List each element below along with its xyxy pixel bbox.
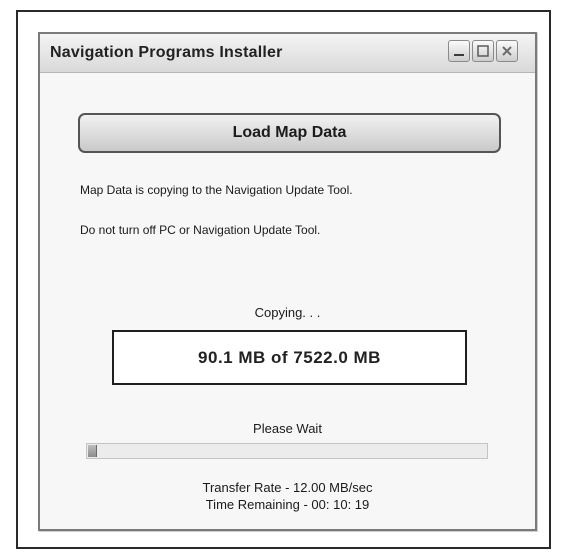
copying-label: Copying. . . xyxy=(254,305,321,320)
close-button[interactable] xyxy=(496,40,518,62)
progress-bar-fill xyxy=(88,445,97,457)
transfer-rate-text: Transfer Rate - 12.00 MB/sec xyxy=(202,480,373,495)
minimize-icon xyxy=(454,54,464,56)
close-icon xyxy=(502,46,512,56)
please-wait-label: Please Wait xyxy=(253,421,322,436)
copying-status-message: Map Data is copying to the Navigation Up… xyxy=(80,183,353,197)
maximize-button[interactable] xyxy=(472,40,494,62)
load-map-data-button[interactable]: Load Map Data xyxy=(78,113,501,153)
transfer-size-display: 90.1 MB of 7522.0 MB xyxy=(112,330,467,385)
installer-window: Navigation Programs Installer Load Map D… xyxy=(38,32,537,531)
maximize-icon xyxy=(477,45,489,57)
transfer-size-text: 90.1 MB of 7522.0 MB xyxy=(198,347,381,367)
progress-bar xyxy=(86,443,488,459)
warning-message: Do not turn off PC or Navigation Update … xyxy=(80,223,321,237)
load-map-data-label: Load Map Data xyxy=(232,124,347,141)
minimize-button[interactable] xyxy=(448,40,470,62)
time-remaining-text: Time Remaining - 00: 10: 19 xyxy=(205,497,370,512)
window-title: Navigation Programs Installer xyxy=(50,44,283,61)
window-content: Load Map Data Map Data is copying to the… xyxy=(40,73,535,529)
title-bar[interactable]: Navigation Programs Installer xyxy=(40,34,535,73)
